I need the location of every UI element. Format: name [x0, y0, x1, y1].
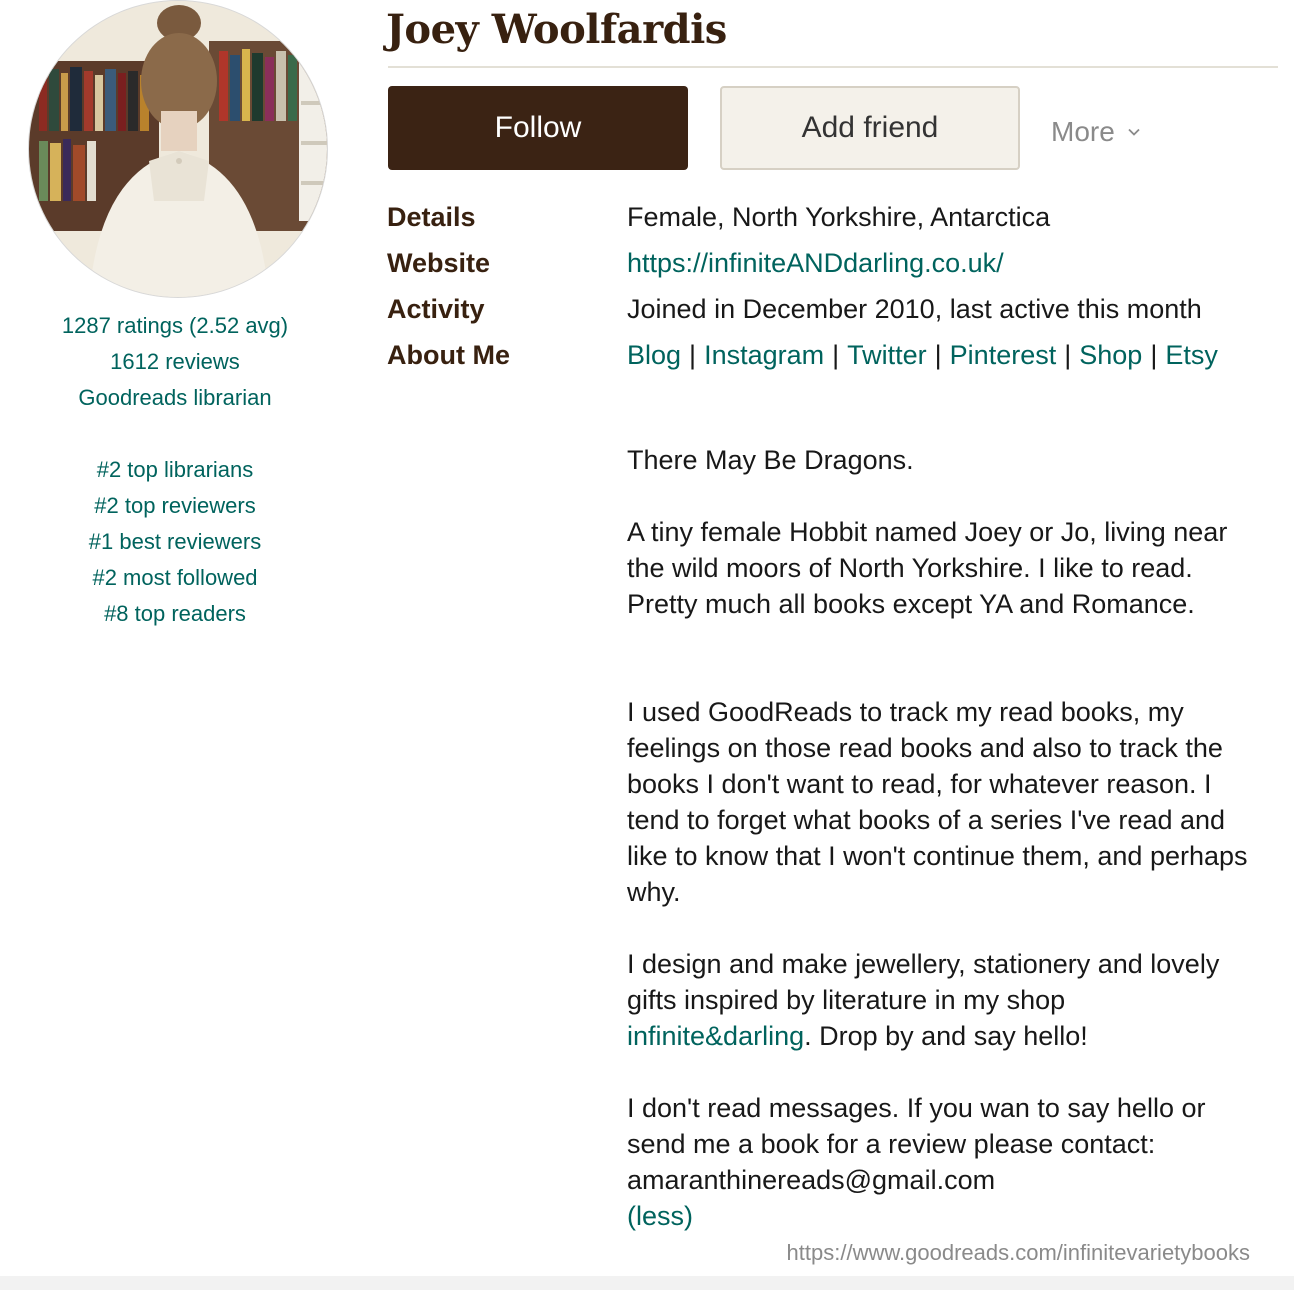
page-url: https://www.goodreads.com/infinitevariet…: [786, 1240, 1250, 1265]
less-toggle-link[interactable]: (less): [627, 1201, 693, 1231]
blog-link[interactable]: Blog: [627, 340, 681, 370]
link-separator: |: [689, 340, 697, 370]
about-me-text: There May Be Dragons. A tiny female Hobb…: [627, 442, 1257, 1234]
profile-photo-icon: [29, 1, 327, 297]
link-separator: |: [934, 340, 942, 370]
profile-page: 1287 ratings (2.52 avg) 1612 reviews Goo…: [0, 0, 1294, 1290]
librarian-link[interactable]: Goodreads librarian: [78, 385, 271, 410]
info-row-activity: Activity Joined in December 2010, last a…: [387, 286, 1267, 332]
info-row-details: Details Female, North Yorkshire, Antarct…: [387, 194, 1267, 240]
about-paragraph-1: There May Be Dragons.: [627, 445, 914, 475]
avatar[interactable]: [28, 0, 328, 298]
details-value: Female, North Yorkshire, Antarctica: [627, 202, 1051, 232]
activity-label: Activity: [387, 294, 485, 324]
profile-info: Details Female, North Yorkshire, Antarct…: [387, 194, 1267, 378]
contact-email: amaranthinereads@gmail.com: [627, 1165, 996, 1195]
reviews-link[interactable]: 1612 reviews: [110, 349, 240, 374]
rank-most-followed[interactable]: #2 most followed: [92, 565, 257, 590]
more-label: More: [1051, 116, 1115, 147]
link-separator: |: [1064, 340, 1072, 370]
info-row-about: About Me Blog | Instagram | Twitter | Pinteres…: [387, 332, 1267, 378]
details-label: Details: [387, 202, 476, 232]
website-label: Website: [387, 248, 491, 278]
about-paragraph-4: I design and make jewellery, stationery …: [627, 946, 1257, 1054]
pinterest-link[interactable]: Pinterest: [950, 340, 1057, 370]
website-link[interactable]: https://infiniteANDdarling.co.uk/: [627, 248, 1004, 278]
about-paragraph-4-tail: . Drop by and say hello!: [804, 1021, 1088, 1051]
header-divider: [388, 66, 1278, 68]
rank-top-reviewers[interactable]: #2 top reviewers: [94, 493, 255, 518]
profile-stats: 1287 ratings (2.52 avg) 1612 reviews Goo…: [0, 308, 350, 632]
add-friend-button[interactable]: Add friend: [720, 86, 1020, 170]
link-separator: |: [832, 340, 840, 370]
about-paragraph-2: A tiny female Hobbit named Joey or Jo, l…: [627, 517, 1228, 619]
etsy-link[interactable]: Etsy: [1165, 340, 1218, 370]
about-paragraph-4-text: I design and make jewellery, stationery …: [627, 949, 1220, 1015]
instagram-link[interactable]: Instagram: [704, 340, 824, 370]
ratings-link[interactable]: 1287 ratings (2.52 avg): [62, 313, 288, 338]
shop-inline-link[interactable]: infinite&darling: [627, 1021, 804, 1051]
about-paragraph-3: I used GoodReads to track my read books,…: [627, 697, 1248, 907]
rank-top-librarians[interactable]: #2 top librarians: [97, 457, 254, 482]
rank-best-reviewers[interactable]: #1 best reviewers: [89, 529, 261, 554]
link-separator: |: [1150, 340, 1158, 370]
shop-link[interactable]: Shop: [1079, 340, 1142, 370]
about-links: Blog | Instagram | Twitter | Pinterest | Shop | Et…: [627, 332, 1267, 378]
twitter-link[interactable]: Twitter: [847, 340, 927, 370]
follow-button[interactable]: Follow: [388, 86, 688, 170]
profile-name: Joey Woolfardis: [386, 6, 727, 53]
more-dropdown[interactable]: More: [1051, 116, 1141, 148]
about-paragraph-5: I don't read messages. If you wan to say…: [627, 1093, 1206, 1159]
activity-value: Joined in December 2010, last active thi…: [627, 294, 1202, 324]
chevron-down-icon: [1128, 128, 1140, 136]
bottom-bar: [0, 1276, 1294, 1290]
info-row-website: Website https://infiniteANDdarling.co.uk…: [387, 240, 1267, 286]
rank-top-readers[interactable]: #8 top readers: [104, 601, 246, 626]
about-label: About Me: [387, 340, 510, 370]
